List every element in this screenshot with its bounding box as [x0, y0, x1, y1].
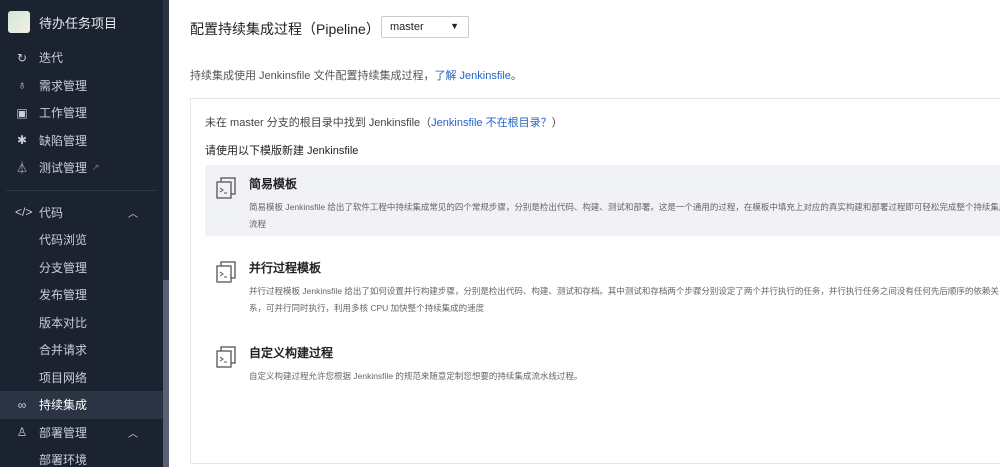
label: 持续集成 [39, 398, 88, 413]
sidebar-item-releases[interactable]: 发布管理 [0, 281, 163, 309]
project-logo [8, 11, 30, 33]
sidebar-item-code[interactable]: </> 代码 ︿ [0, 199, 163, 227]
chevron-up-icon: ︿ [128, 428, 138, 440]
sidebar-item-work[interactable]: ▣ 工作管理 [0, 99, 163, 127]
not-in-root-link[interactable]: Jenkinsfile 不在根目录？ [431, 117, 551, 129]
sidebar-item-requirements[interactable]: ♁ 需求管理 [0, 72, 163, 100]
template-desc: 自定义构建过程允许您根据 Jenkinsfile 的规范来随意定制您想要的持续集… [249, 371, 583, 381]
board-icon: ▣ [16, 105, 28, 120]
sidebar-item-compare[interactable]: 版本对比 [0, 309, 163, 337]
template-desc: 并行过程模板 Jenkinsfile 给出了如何设置并行构建步骤，分别是检出代码… [249, 286, 999, 313]
notfound-end: ） [551, 117, 563, 129]
chevron-up-icon: ︿ [128, 208, 138, 220]
bug-icon: ✱ [16, 133, 28, 148]
terminal-icon [216, 177, 236, 199]
sidebar-item-code-browse[interactable]: 代码浏览 [0, 226, 163, 254]
branch-value: master [390, 21, 424, 33]
template-custom[interactable]: 自定义构建过程 自定义构建过程允许您根据 Jenkinsfile 的规范来随意定… [205, 334, 1000, 395]
project-name: 待办任务项目 [39, 15, 118, 31]
flask-icon: ⏃ [15, 161, 28, 176]
main-content: 配置持续集成过程（Pipeline） master ▼ 持续集成使用 Jenkin… [169, 0, 1000, 467]
template-title: 并行过程模板 [249, 261, 322, 275]
sidebar-item-iteration[interactable]: ↻ 迭代 [0, 44, 163, 72]
code-icon: </> [15, 205, 33, 220]
label: 工作管理 [39, 106, 88, 121]
label: 发布管理 [39, 288, 88, 303]
description: 持续集成使用 Jenkinsfile 文件配置持续集成过程，了解 Jenkins… [190, 67, 522, 83]
label: 项目网络 [39, 370, 88, 385]
notfound-text: 未在 master 分支的根目录中找到 Jenkinsfile（ [205, 117, 432, 129]
desc-end: 。 [510, 70, 522, 82]
template-title: 自定义构建过程 [249, 346, 334, 360]
label: 需求管理 [39, 78, 88, 93]
label: 代码浏览 [39, 233, 88, 248]
sidebar-item-bugs[interactable]: ✱ 缺陷管理 [0, 127, 163, 155]
label: 部署环境 [39, 453, 88, 468]
use-template-label: 请使用以下模版新建 Jenkinsfile [205, 145, 359, 157]
label: 部署管理 [39, 425, 88, 440]
sidebar-item-ci[interactable]: ∞ 持续集成 [0, 391, 163, 419]
rocket-icon: ♙ [16, 425, 28, 440]
sidebar-item-branches[interactable]: 分支管理 [0, 254, 163, 282]
sidebar: 待办任务项目 ↻ 迭代 ♁ 需求管理 ▣ 工作管理 ✱ 缺陷管理 ⏃ 测试管理 ↗ </> 代… [0, 0, 163, 467]
project-header[interactable]: 待办任务项目 [0, 0, 163, 44]
caret-down-icon: ▼ [450, 21, 459, 31]
template-card: 未在 master 分支的根目录中找到 Jenkinsfile（Jenkinsf… [190, 98, 1000, 464]
learn-jenkinsfile-link[interactable]: 了解 Jenkinsfile [434, 70, 510, 82]
template-parallel[interactable]: 并行过程模板 并行过程模板 Jenkinsfile 给出了如何设置并行构建步骤，… [205, 249, 1000, 327]
branch-select[interactable]: master ▼ [381, 16, 469, 38]
terminal-icon [216, 346, 236, 368]
sidebar-item-tests[interactable]: ⏃ 测试管理 ↗ [0, 154, 163, 182]
sidebar-item-merge-requests[interactable]: 合并请求 [0, 336, 163, 364]
label: 分支管理 [39, 260, 88, 275]
sidebar-item-network[interactable]: 项目网络 [0, 364, 163, 392]
template-desc: 简易模板 Jenkinsfile 给出了软件工程中持续集成常见的四个常规步骤，分… [249, 202, 1000, 229]
label: 测试管理 [39, 161, 88, 176]
iteration-icon: ↻ [16, 50, 28, 65]
desc-text: 持续集成使用 Jenkinsfile 文件配置持续集成过程， [190, 70, 435, 82]
template-simple[interactable]: 简易模板 简易模板 Jenkinsfile 给出了软件工程中持续集成常见的四个常… [205, 165, 1000, 236]
external-link-icon: ↗ [92, 162, 100, 173]
label: 版本对比 [39, 315, 88, 330]
page-title: 配置持续集成过程（Pipeline） [190, 21, 380, 37]
label: 缺陷管理 [39, 133, 88, 148]
divider [6, 189, 157, 191]
infinity-icon: ∞ [17, 397, 27, 412]
not-found-message: 未在 master 分支的根目录中找到 Jenkinsfile（Jenkinsf… [205, 114, 563, 130]
sidebar-item-deploy[interactable]: ♙ 部署管理 ︿ [0, 419, 163, 447]
sidebar-item-environments[interactable]: 部署环境 [0, 446, 163, 474]
label: 迭代 [39, 51, 64, 66]
label: 代码 [39, 205, 64, 220]
template-title: 简易模板 [249, 177, 298, 191]
lightbulb-icon: ♁ [17, 78, 27, 93]
label: 合并请求 [39, 343, 88, 358]
terminal-icon [216, 261, 236, 283]
